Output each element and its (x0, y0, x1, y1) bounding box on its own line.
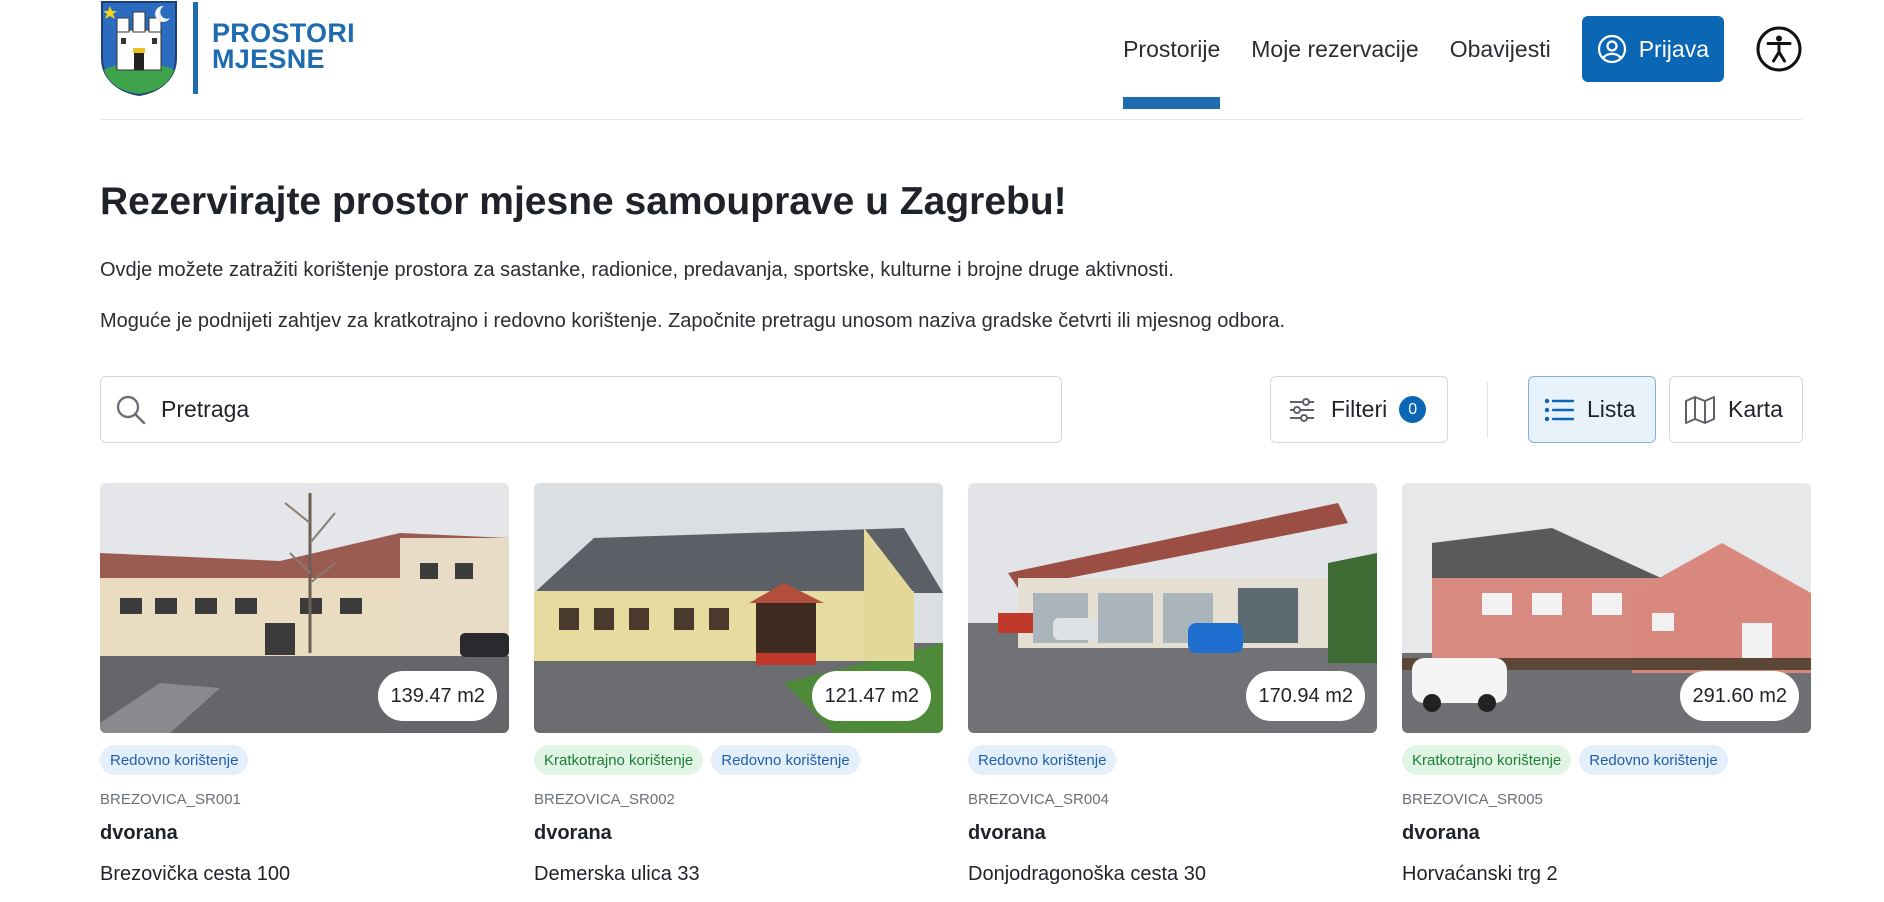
map-icon (1685, 395, 1715, 424)
list-icon (1544, 398, 1575, 421)
login-label: Prijava (1638, 35, 1709, 62)
room-type[interactable]: dvorana (968, 822, 1377, 845)
logo-divider (193, 2, 198, 94)
tag-redovno: Redovno korištenje (968, 745, 1117, 775)
nav-obavijesti[interactable]: Obavijesti (1450, 0, 1551, 109)
area-badge: 291.60 m2 (1680, 671, 1799, 721)
filters-label: Filteri (1331, 396, 1388, 422)
filters-button[interactable]: Filteri 0 (1270, 376, 1448, 443)
usage-tags: Kratkotrajno korištenje Redovno korišten… (1402, 745, 1811, 775)
area-badge: 121.47 m2 (812, 671, 931, 721)
search-icon (116, 395, 146, 424)
view-map-button[interactable]: Karta (1669, 376, 1803, 443)
room-address: Donjodragonoška cesta 30 (968, 863, 1206, 885)
area-badge: 170.94 m2 (1246, 671, 1365, 721)
logo-text: PROSTORI MJESNE (212, 18, 355, 74)
intro-text-1: Ovdje možete zatražiti korištenje prosto… (100, 259, 1174, 281)
room-address: Brezovička cesta 100 (100, 863, 291, 885)
nav-moje-rezervacije[interactable]: Moje rezervacije (1251, 0, 1418, 109)
room-photo[interactable]: 121.47 m2 (534, 483, 943, 733)
site-header: PROSTORI MJESNE Prostorije Moje rezervac… (100, 0, 1802, 120)
login-button[interactable]: Prijava (1581, 16, 1724, 82)
search-input[interactable] (161, 396, 981, 423)
nav-prostorije[interactable]: Prostorije (1123, 0, 1221, 109)
filters-count-badge: 0 (1399, 396, 1427, 423)
room-card[interactable]: 170.94 m2 Redovno korištenje BREZOVICA_S… (968, 483, 1377, 886)
room-photo[interactable]: 291.60 m2 (1402, 483, 1811, 733)
intro-text-2: Moguće je podnijeti zahtjev za kratkotra… (100, 310, 1286, 332)
room-card[interactable]: 291.60 m2 Kratkotrajno korištenje Redovn… (1402, 483, 1811, 886)
room-code: BREZOVICA_SR004 (968, 791, 1109, 808)
tag-kratkotrajno: Kratkotrajno korištenje (1402, 745, 1572, 775)
room-card[interactable]: 121.47 m2 Kratkotrajno korištenje Redovn… (534, 483, 943, 886)
tag-redovno: Redovno korištenje (1579, 745, 1728, 775)
room-code: BREZOVICA_SR005 (1402, 791, 1543, 808)
room-type[interactable]: dvorana (534, 822, 943, 845)
accessibility-icon[interactable] (1756, 26, 1802, 72)
toolbar-divider (1487, 382, 1488, 438)
room-address: Demerska ulica 33 (534, 863, 700, 885)
search-box[interactable] (100, 376, 1062, 443)
room-type[interactable]: dvorana (100, 822, 509, 845)
room-photo[interactable]: 170.94 m2 (968, 483, 1377, 733)
tag-redovno: Redovno korištenje (100, 745, 249, 775)
page-title: Rezervirajte prostor mjesne samouprave u… (100, 180, 1067, 223)
room-code: BREZOVICA_SR001 (100, 791, 241, 808)
zagreb-crest-icon (101, 1, 177, 96)
view-list-button[interactable]: Lista (1528, 376, 1656, 443)
logo-line-2: MJESNE (212, 44, 325, 74)
logo-line-1: PROSTORI (212, 18, 355, 48)
room-card[interactable]: 139.47 m2 Redovno korištenje BREZOVICA_S… (100, 483, 509, 886)
user-icon (1597, 34, 1626, 64)
room-type[interactable]: dvorana (1402, 822, 1811, 845)
main-nav: Prostorije Moje rezervacije Obavijesti P… (1123, 0, 1802, 120)
usage-tags: Redovno korištenje (968, 745, 1377, 775)
usage-tags: Kratkotrajno korištenje Redovno korišten… (534, 745, 943, 775)
room-photo[interactable]: 139.47 m2 (100, 483, 509, 733)
room-address: Horvaćanski trg 2 (1402, 863, 1558, 885)
sliders-icon (1290, 397, 1314, 422)
tag-kratkotrajno: Kratkotrajno korištenje (534, 745, 704, 775)
area-badge: 139.47 m2 (378, 671, 497, 721)
site-logo[interactable]: PROSTORI MJESNE (100, 0, 355, 96)
tag-redovno: Redovno korištenje (711, 745, 860, 775)
view-map-label: Karta (1728, 396, 1783, 422)
room-code: BREZOVICA_SR002 (534, 791, 675, 808)
usage-tags: Redovno korištenje (100, 745, 509, 775)
view-list-label: Lista (1587, 396, 1636, 422)
